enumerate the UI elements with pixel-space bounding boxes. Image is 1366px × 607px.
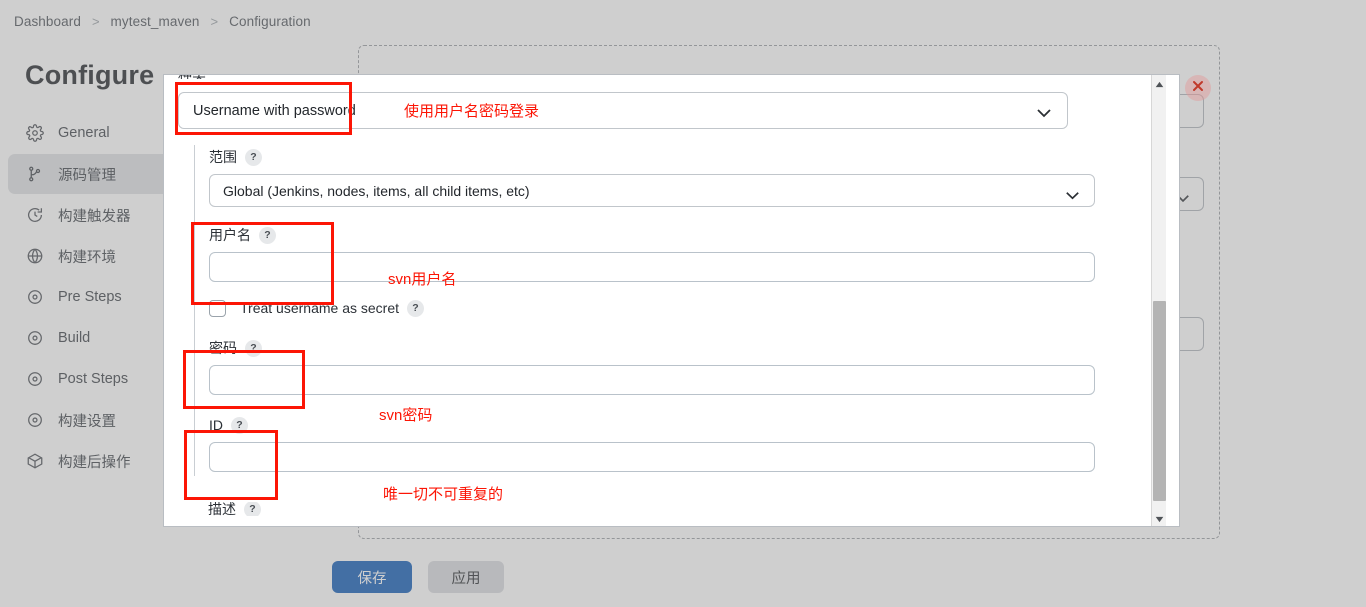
gear-icon [25,410,45,430]
credentials-modal: 种类 Username with password 范围 ? Global (J… [163,74,1180,527]
sidebar-item-label: Pre Steps [58,289,122,305]
id-label: ID [209,417,223,433]
gear-icon [25,328,45,348]
breadcrumb-item-project[interactable]: mytest_maven [111,14,200,29]
treat-username-as-secret-row[interactable]: Treat username as secret ? [209,294,1096,322]
password-field: 密码 ? [209,336,1096,395]
breadcrumb: Dashboard > mytest_maven > Configuration [0,0,1366,42]
chevron-down-icon [1065,187,1080,200]
clock-icon [25,205,45,225]
chevron-down-icon [1036,106,1052,118]
modal-scrollbar-thumb[interactable] [1153,301,1166,501]
branch-icon [25,164,45,184]
page-root: Dashboard > mytest_maven > Configuration… [0,0,1366,607]
description-label-clipped: 描述 ? [208,502,261,516]
gear-icon [25,123,45,143]
password-input[interactable] [209,365,1095,395]
breadcrumb-separator-2: > [210,13,219,29]
gear-icon [25,287,45,307]
package-icon [25,451,45,471]
username-label: 用户名 [209,227,251,243]
kind-label-clipped: 种类 [178,75,206,79]
password-label-row: 密码 ? [209,336,1096,360]
sidebar-item-label: 构建触发器 [58,208,131,225]
scope-field: 范围 ? Global (Jenkins, nodes, items, all … [209,145,1096,207]
triangle-down-icon[interactable] [1152,511,1167,526]
sidebar-item-label: Build [58,330,91,346]
scope-label-row: 范围 ? [209,145,1096,169]
breadcrumb-item-configuration[interactable]: Configuration [229,14,311,29]
breadcrumb-item-dashboard[interactable]: Dashboard [14,14,81,29]
close-modal-button[interactable] [1185,75,1211,101]
gear-icon [25,369,45,389]
credential-subform: 范围 ? Global (Jenkins, nodes, items, all … [194,145,1096,476]
modal-body: 种类 Username with password 范围 ? Global (J… [164,75,1167,526]
username-input[interactable] [209,252,1095,282]
help-icon[interactable]: ? [259,226,276,244]
id-input[interactable] [209,442,1095,472]
sidebar-item-label: 构建后操作 [58,454,131,471]
close-icon [1192,79,1204,97]
sidebar-item-label: 源码管理 [58,167,116,184]
help-icon[interactable]: ? [245,339,262,357]
triangle-up-icon[interactable] [1152,76,1167,92]
sidebar-item-label: General [58,125,110,141]
username-field: 用户名 ? [209,223,1096,282]
password-label: 密码 [209,340,237,356]
globe-icon [25,246,45,266]
id-label-row: ID ? [209,413,1096,437]
treat-username-as-secret-checkbox[interactable] [209,299,226,317]
apply-button[interactable]: 应用 [428,561,504,593]
breadcrumb-separator-1: > [91,13,100,29]
sidebar-item-label: Post Steps [58,371,129,387]
scope-label: 范围 [209,149,237,165]
form-action-bar: 保存 应用 [200,547,1366,607]
treat-username-as-secret-label: Treat username as secret [240,300,399,316]
scope-select[interactable]: Global (Jenkins, nodes, items, all child… [209,174,1095,207]
save-button[interactable]: 保存 [332,561,412,593]
credential-kind-value: Username with password [193,102,356,119]
username-label-row: 用户名 ? [209,223,1096,247]
scope-value: Global (Jenkins, nodes, items, all child… [223,182,530,199]
id-field: ID ? [209,413,1096,472]
description-label: 描述 [208,502,236,516]
sidebar-item-label: 构建环境 [58,249,116,266]
sidebar-item-label: 构建设置 [58,413,116,430]
help-icon[interactable]: ? [245,148,262,166]
help-icon[interactable]: ? [231,416,248,434]
modal-scrollbar[interactable] [1151,75,1167,526]
help-icon[interactable]: ? [407,299,424,317]
help-icon[interactable]: ? [244,502,261,516]
credential-kind-select[interactable]: Username with password [178,92,1068,129]
